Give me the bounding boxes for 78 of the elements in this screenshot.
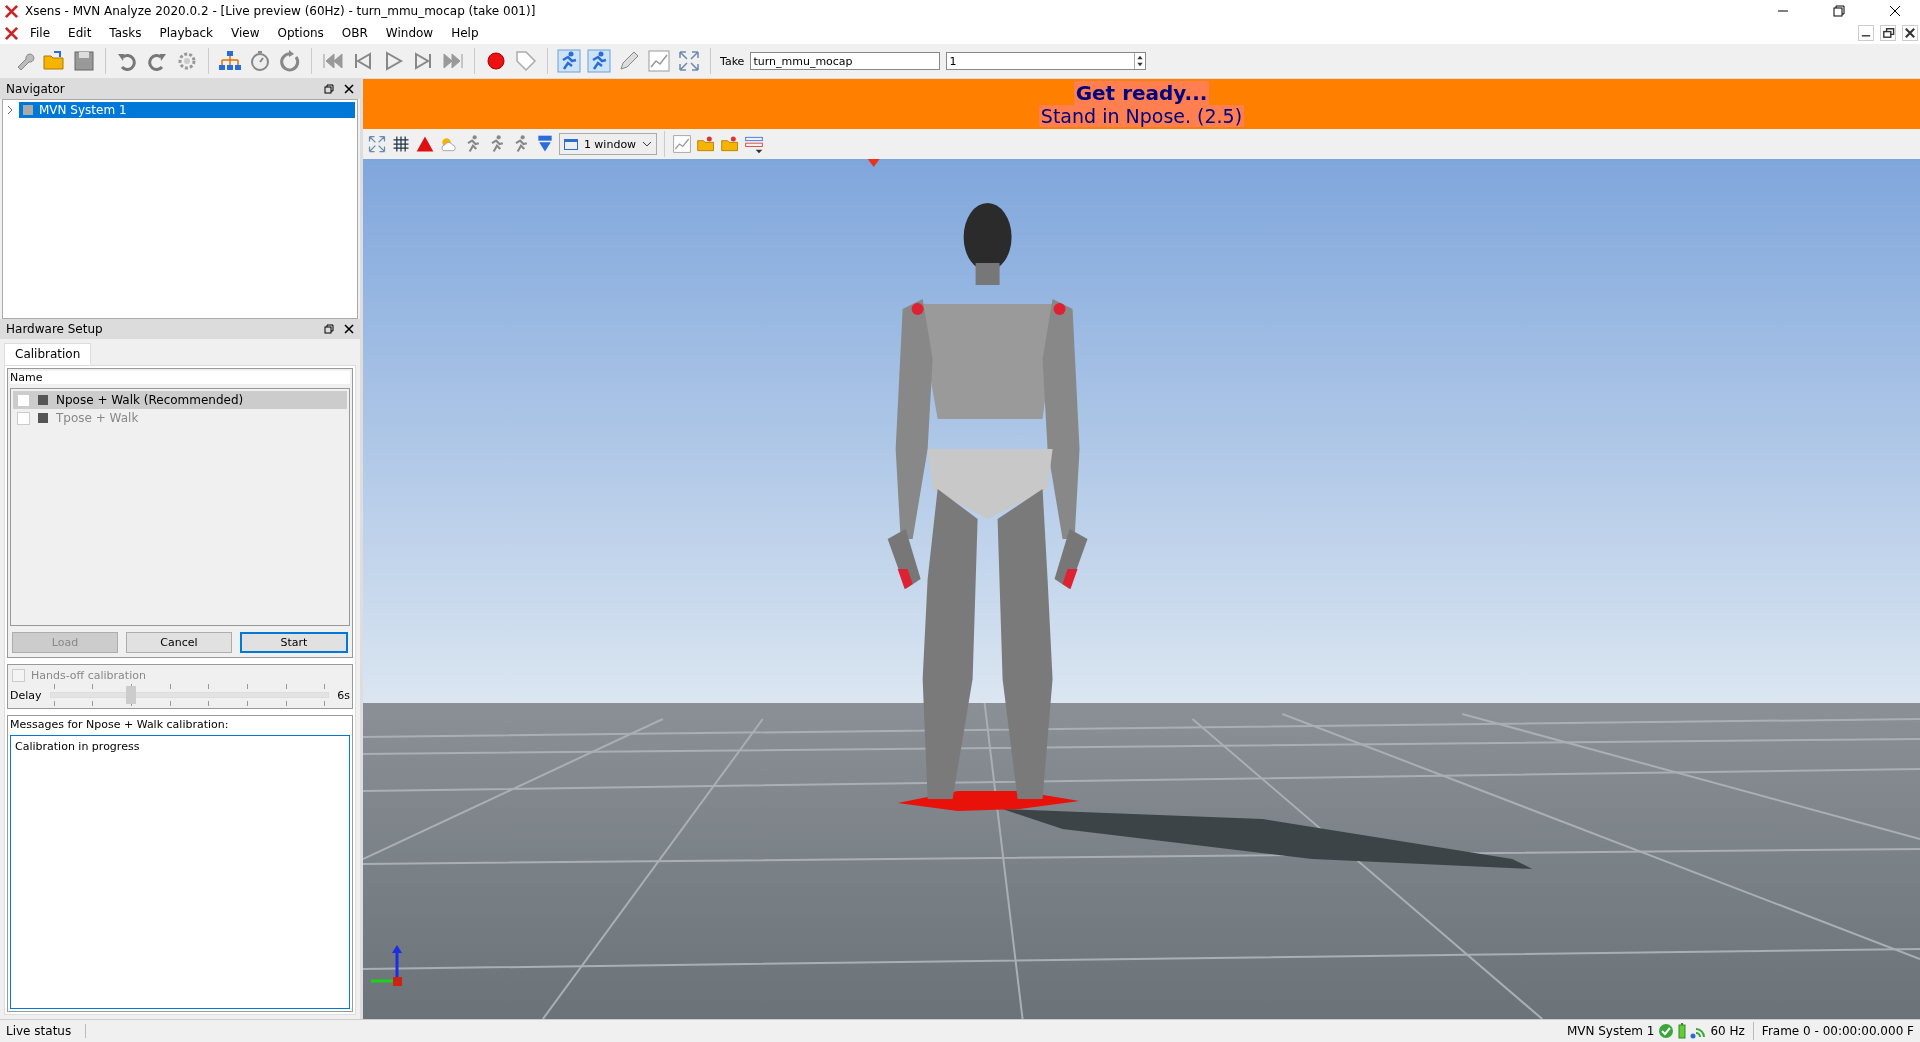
refresh-icon[interactable]: [278, 49, 302, 73]
menu-item[interactable]: OBR: [334, 26, 375, 40]
pencil-icon[interactable]: [617, 49, 641, 73]
list-item[interactable]: Npose + Walk (Recommended): [13, 391, 347, 409]
take-label: Take: [720, 54, 745, 68]
mdi-restore-icon[interactable]: [1880, 25, 1896, 41]
frame-time: Frame 0 - 00:00:00.000 F: [1761, 1024, 1914, 1038]
mdi-close-icon[interactable]: [1902, 25, 1918, 41]
messages-title: Messages for Npose + Walk calibration:: [10, 718, 230, 731]
3d-scene[interactable]: [363, 159, 1920, 1019]
restore-icon[interactable]: [1833, 5, 1845, 17]
caret-icon: [642, 141, 652, 147]
take-name-field[interactable]: turn_mmu_mocap: [750, 52, 941, 70]
close-icon[interactable]: [344, 324, 354, 334]
tab[interactable]: Calibration: [4, 343, 92, 365]
open-folder-icon[interactable]: [42, 49, 66, 73]
battery-icon: [1678, 1023, 1687, 1039]
grid-icon[interactable]: [391, 134, 411, 154]
float-icon[interactable]: [324, 324, 334, 334]
menu-item[interactable]: Playback: [152, 26, 221, 40]
item-label: Npose + Walk (Recommended): [56, 393, 244, 407]
menu-item[interactable]: Window: [378, 26, 441, 40]
item-label: MVN System 1: [39, 103, 127, 117]
take-number-spinbox[interactable]: 1: [946, 52, 1147, 70]
slider-thumb[interactable]: [126, 686, 137, 704]
banner-title: Get ready...: [1073, 81, 1210, 105]
square-icon: [38, 395, 48, 405]
dialog-button[interactable]: Start: [240, 632, 348, 653]
menu-item[interactable]: View: [224, 26, 267, 40]
checkbox-label: Hands-off calibration: [31, 669, 146, 682]
square-icon: [23, 105, 33, 115]
runner-icon[interactable]: [587, 49, 611, 73]
banner-message: Stand in Npose. (2.5): [1038, 105, 1245, 127]
menu-item[interactable]: Help: [444, 26, 486, 40]
folder-icon[interactable]: [696, 134, 716, 154]
stopwatch-icon[interactable]: [248, 49, 272, 73]
system-name: MVN System 1: [1566, 1024, 1655, 1038]
panel-title: Hardware Setup: [6, 322, 103, 336]
runner-icon[interactable]: [557, 49, 581, 73]
frame-rate: 60 Hz: [1710, 1024, 1745, 1038]
label-icon[interactable]: [535, 134, 555, 154]
menu-item[interactable]: Tasks: [102, 26, 149, 40]
slider-label: Delay: [10, 688, 42, 702]
window-icon: [564, 138, 578, 150]
line-chart-icon[interactable]: [647, 49, 671, 73]
folder-icon[interactable]: [720, 134, 740, 154]
expand-icon[interactable]: [677, 49, 701, 73]
float-icon[interactable]: [324, 84, 334, 94]
menu-item[interactable]: File: [23, 26, 58, 40]
item-label: Tpose + Walk: [56, 411, 139, 425]
window-dropdown[interactable]: 1 window: [559, 133, 657, 155]
slider-value: 6s: [337, 688, 350, 702]
window-title: Xsens - MVN Analyze 2020.0.2 - [Live preview (60Hz) - turn_mmu_mocap (take 001)]: [25, 4, 536, 18]
checkbox[interactable]: [17, 393, 30, 407]
menu-item[interactable]: Edit: [61, 26, 99, 40]
menu-item[interactable]: Options: [270, 26, 331, 40]
app-logo-icon: [4, 3, 19, 19]
app-logo-icon: [4, 25, 19, 41]
square-icon: [38, 413, 48, 423]
triangle-icon[interactable]: [415, 134, 435, 154]
close-icon[interactable]: [344, 84, 354, 94]
status-text: Live status: [6, 1024, 87, 1038]
top-marker-icon: [867, 159, 880, 167]
close-icon[interactable]: [1889, 5, 1901, 17]
dialog-button[interactable]: Cancel: [126, 632, 232, 653]
messages-text-area[interactable]: Calibration in progress: [10, 735, 350, 1009]
network-icon[interactable]: [218, 49, 242, 73]
save-icon[interactable]: [72, 49, 96, 73]
check-circle-icon: [1658, 1023, 1675, 1039]
line-chart-icon[interactable]: [672, 134, 692, 154]
record-icon[interactable]: [484, 49, 508, 73]
mdi-minimize-icon[interactable]: [1858, 25, 1874, 41]
panel-title: Navigator: [6, 82, 65, 96]
tree-item[interactable]: MVN System 1: [19, 102, 355, 118]
column-header: Name: [10, 371, 350, 384]
tag-icon[interactable]: [514, 49, 538, 73]
rows-icon[interactable]: [744, 134, 764, 154]
dropdown-value: 1 window: [583, 137, 637, 151]
